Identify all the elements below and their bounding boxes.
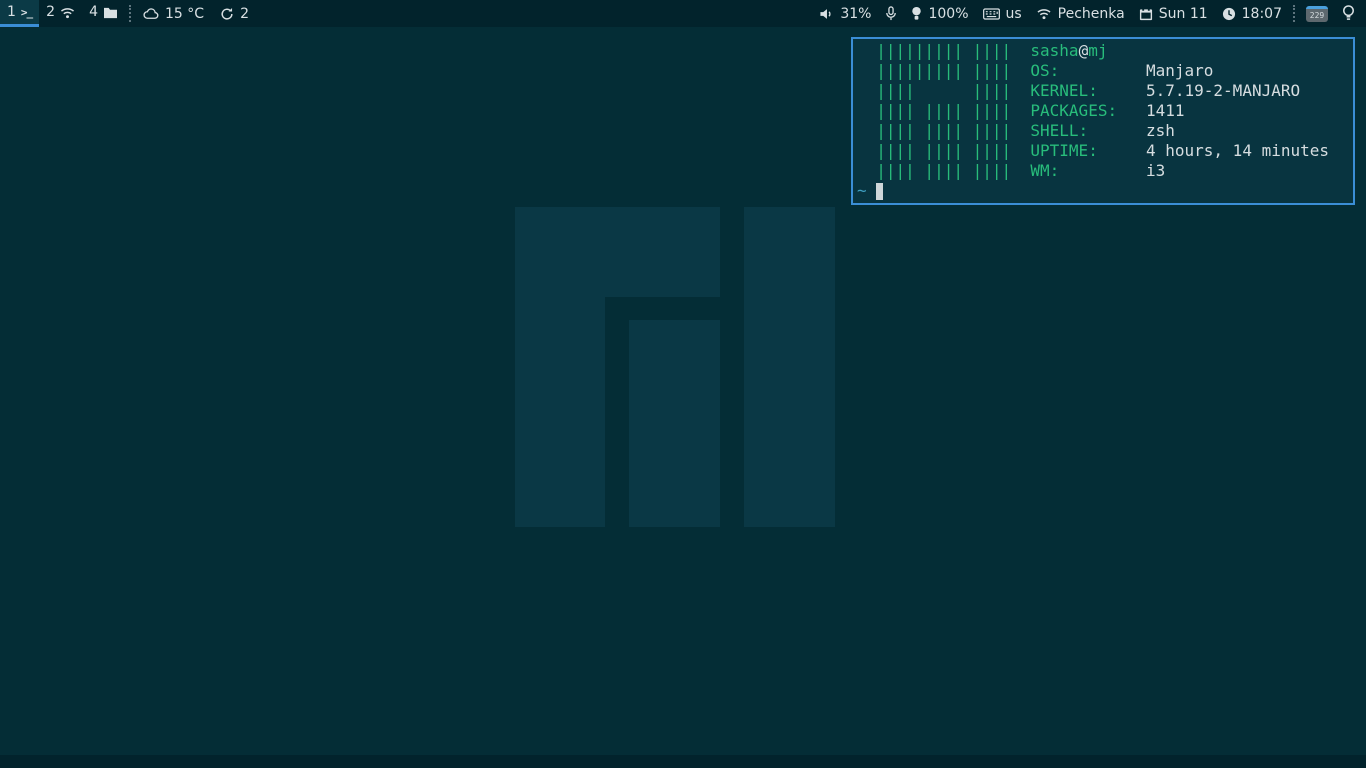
weather-widget[interactable]: 15 °C (135, 0, 212, 27)
speaker-icon (819, 7, 834, 21)
volume-widget[interactable]: 31% (812, 0, 878, 27)
manjaro-logo-left-column (515, 207, 605, 527)
microphone-widget[interactable] (878, 0, 904, 27)
brightness-widget[interactable]: 100% (904, 0, 975, 27)
time-value: 18:07 (1242, 6, 1282, 22)
bar-right: 31% 100% (812, 0, 1366, 27)
workspace-label: 4 (89, 4, 98, 20)
microphone-icon (885, 6, 897, 21)
calendar-icon (1139, 7, 1153, 21)
bottom-strip (0, 755, 1366, 768)
tray-idea-toggle[interactable] (1335, 0, 1362, 27)
keyboard-layout-widget[interactable]: us (976, 0, 1029, 27)
bulb-icon (911, 6, 922, 21)
keyboard-layout-value: us (1006, 6, 1022, 22)
workspace-1-terminal[interactable]: 1 >_ (0, 0, 39, 27)
updates-widget[interactable]: 2 (212, 0, 257, 27)
bar-left: 1 >_ 2 4 (0, 0, 257, 27)
separator (1293, 5, 1295, 22)
updates-count: 2 (240, 6, 249, 22)
wifi-icon (1036, 7, 1052, 20)
clock-widget[interactable]: 18:07 (1215, 0, 1289, 27)
date-widget[interactable]: Sun 11 (1132, 0, 1215, 27)
top-bar: 1 >_ 2 4 (0, 0, 1366, 27)
terminal-output: ||||||||| |||| sasha@mj ||||||||| |||| O… (853, 39, 1353, 201)
keyboard-icon (983, 8, 1000, 20)
manjaro-logo-middle-column (629, 320, 720, 527)
terminal-window[interactable]: ||||||||| |||| sasha@mj ||||||||| |||| O… (851, 37, 1355, 205)
temperature-value: 15 °C (165, 6, 204, 22)
package-updates-icon: 229 (1306, 6, 1328, 22)
terminal-cursor (876, 183, 883, 200)
workspace-label: 1 (7, 4, 16, 20)
folder-icon (103, 6, 118, 19)
network-name: Pechenka (1058, 6, 1125, 22)
bulb-outline-icon (1342, 5, 1355, 22)
separator (129, 5, 131, 22)
workspace-2-wifi[interactable]: 2 (39, 0, 82, 27)
workspace-label: 2 (46, 4, 55, 20)
terminal-icon: >_ (21, 6, 32, 19)
brightness-value: 100% (928, 6, 968, 22)
workspace-4-files[interactable]: 4 (82, 0, 125, 27)
cloud-icon (143, 8, 159, 20)
manjaro-logo-right-column (744, 207, 835, 527)
date-value: Sun 11 (1159, 6, 1208, 22)
network-widget[interactable]: Pechenka (1029, 0, 1132, 27)
clock-icon (1222, 7, 1236, 21)
volume-value: 31% (840, 6, 871, 22)
refresh-icon (220, 7, 234, 21)
tray-updates[interactable]: 229 (1299, 0, 1335, 27)
wifi-icon (60, 6, 75, 19)
